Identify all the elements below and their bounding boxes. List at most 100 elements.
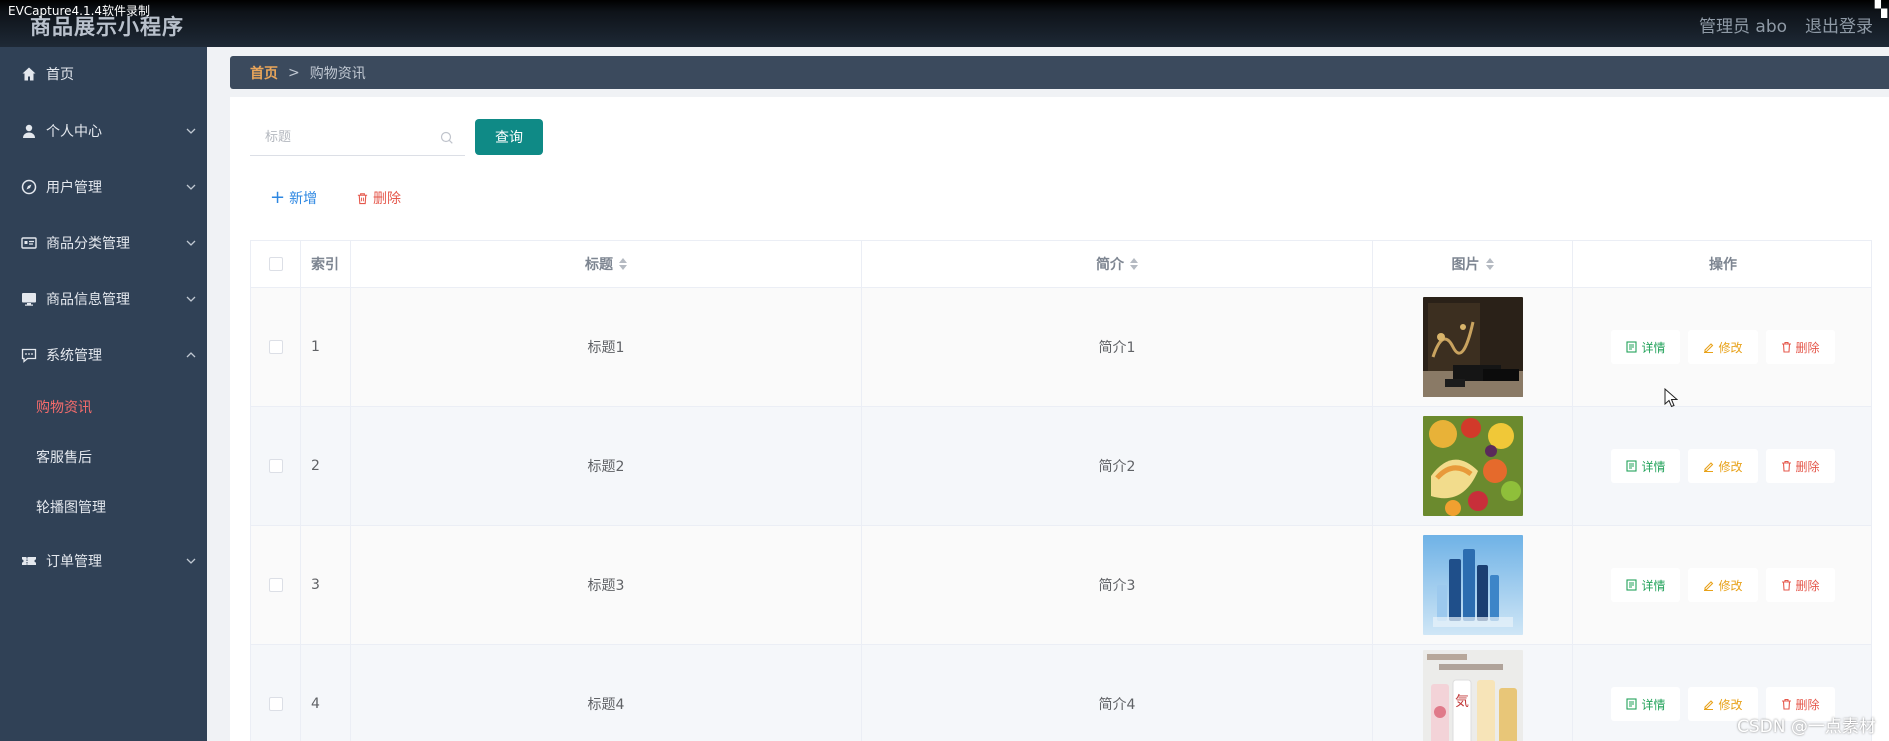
- trash-icon: [357, 192, 368, 204]
- detail-button[interactable]: 详情: [1611, 568, 1681, 602]
- row-intro: 简介1: [862, 288, 1373, 406]
- add-button-label: 新增: [289, 191, 318, 207]
- pencil-icon: [1704, 343, 1714, 353]
- sidebar-item-products[interactable]: 商品信息管理: [0, 279, 207, 319]
- sidebar-item-orders[interactable]: 订单管理: [0, 541, 207, 581]
- table-row: 4 标题4 简介4 気 详情 修改 删除: [251, 645, 1871, 741]
- edit-label: 修改: [1718, 459, 1743, 474]
- detail-button[interactable]: 详情: [1611, 449, 1681, 483]
- row-operations: 详情 修改 删除: [1573, 526, 1871, 644]
- chevron-down-icon: [186, 184, 196, 190]
- trash-icon: [1781, 341, 1791, 353]
- delete-label: 删除: [1795, 340, 1820, 355]
- row-title: 标题4: [351, 645, 862, 741]
- header-title-label: 标题: [585, 257, 613, 273]
- recorder-title: EVCapture4.1.4软件录制: [8, 4, 151, 18]
- row-index: 3: [301, 526, 351, 644]
- select-all-checkbox[interactable]: [268, 257, 283, 271]
- sidebar-item-home[interactable]: 首页: [0, 54, 207, 94]
- table-row: 2 标题2 简介2 详情 修改 删除: [251, 407, 1871, 526]
- sidebar-item-label: 订单管理: [46, 554, 102, 570]
- query-button[interactable]: 查询: [475, 119, 543, 155]
- delete-button[interactable]: 删除: [1765, 568, 1835, 602]
- detail-label: 详情: [1641, 459, 1666, 474]
- trash-icon: [1781, 579, 1791, 591]
- black-gift-box-photo[interactable]: [1422, 297, 1523, 397]
- sort-icon[interactable]: [1485, 258, 1494, 270]
- monitor-icon: [20, 290, 38, 308]
- sidebar-item-label: 用户管理: [46, 180, 102, 196]
- row-intro: 简介3: [862, 526, 1373, 644]
- pencil-icon: [1704, 462, 1714, 472]
- blue-cosmetics-photo[interactable]: [1422, 535, 1523, 635]
- row-image-cell: 気: [1373, 645, 1573, 741]
- user-icon: [20, 122, 38, 140]
- delete-label: 删除: [1795, 459, 1820, 474]
- table-header: 索引 标题 简介 图片 操作: [251, 241, 1871, 288]
- row-checkbox[interactable]: [268, 459, 283, 473]
- home-icon: [20, 65, 38, 83]
- sidebar-subitem-shopping-news[interactable]: 购物资讯: [36, 392, 92, 422]
- row-title: 标题2: [351, 407, 862, 525]
- sidebar-item-label: 商品信息管理: [46, 292, 130, 308]
- header-image-label: 图片: [1451, 257, 1480, 273]
- header-intro[interactable]: 简介: [862, 241, 1373, 287]
- pencil-icon: [1704, 581, 1714, 591]
- batch-delete-button[interactable]: 删除: [356, 188, 401, 208]
- search-input[interactable]: [250, 122, 430, 153]
- row-check-cell: [251, 288, 301, 406]
- detail-label: 详情: [1641, 340, 1666, 355]
- sort-icon[interactable]: [619, 258, 627, 270]
- detail-button[interactable]: 详情: [1611, 330, 1681, 364]
- edit-button[interactable]: 修改: [1688, 449, 1758, 483]
- header-check-cell: [251, 241, 301, 287]
- edit-label: 修改: [1718, 340, 1743, 355]
- header-title[interactable]: 标题: [351, 241, 862, 287]
- trash-icon: [1781, 698, 1791, 710]
- watermark: CSDN @一点素材: [1737, 717, 1876, 737]
- sidebar-item-label: 首页: [46, 67, 74, 83]
- sidebar-subitem-carousel[interactable]: 轮播图管理: [36, 492, 106, 522]
- edit-label: 修改: [1718, 697, 1743, 712]
- sort-icon[interactable]: [1130, 258, 1138, 270]
- document-icon: [1626, 460, 1638, 472]
- edit-button[interactable]: 修改: [1688, 568, 1758, 602]
- sidebar-subitem-customer-service[interactable]: 客服售后: [36, 442, 92, 472]
- sidebar-item-system[interactable]: 系统管理: [0, 335, 207, 375]
- sidebar-item-category[interactable]: 商品分类管理: [0, 223, 207, 263]
- sidebar-item-users[interactable]: 用户管理: [0, 167, 207, 207]
- delete-button[interactable]: 删除: [1765, 449, 1835, 483]
- sidebar: 首页 个人中心 用户管理 商品分类管理 商品信息管理 系统管理 购物资讯 客服售…: [0, 47, 207, 741]
- row-check-cell: [251, 645, 301, 741]
- delete-button-label: 删除: [373, 191, 401, 207]
- document-icon: [1626, 698, 1638, 710]
- sidebar-item-personal[interactable]: 个人中心: [0, 111, 207, 151]
- document-icon: [1626, 579, 1638, 591]
- breadcrumb-home[interactable]: 首页: [250, 63, 278, 83]
- header-index: 索引: [301, 241, 351, 287]
- header-operation: 操作: [1709, 257, 1737, 273]
- admin-label: 管理员 abo: [1699, 17, 1788, 37]
- row-checkbox[interactable]: [268, 697, 283, 711]
- drink-bottles-photo[interactable]: 気: [1422, 650, 1523, 741]
- logout-link[interactable]: 退出登录: [1805, 12, 1873, 37]
- breadcrumb: 首页 > 购物资讯: [230, 56, 1889, 89]
- detail-button[interactable]: 详情: [1611, 687, 1681, 721]
- row-checkbox[interactable]: [268, 340, 283, 354]
- chevron-down-icon: [186, 128, 196, 134]
- header-image[interactable]: 图片: [1373, 241, 1573, 287]
- edit-label: 修改: [1718, 578, 1743, 593]
- row-index: 2: [301, 407, 351, 525]
- row-title: 标题1: [351, 288, 862, 406]
- add-button[interactable]: + 新增: [270, 188, 317, 208]
- mouse-cursor-icon: [1664, 388, 1678, 408]
- search-field: [250, 120, 465, 156]
- chevron-down-icon: [186, 558, 196, 564]
- edit-button[interactable]: 修改: [1688, 330, 1758, 364]
- row-checkbox[interactable]: [268, 578, 283, 592]
- fruit-platter-photo[interactable]: [1422, 416, 1523, 516]
- delete-button[interactable]: 删除: [1765, 330, 1835, 364]
- row-title: 标题3: [351, 526, 862, 644]
- row-image-cell: [1373, 407, 1573, 525]
- row-operations: 详情 修改 删除: [1573, 407, 1871, 525]
